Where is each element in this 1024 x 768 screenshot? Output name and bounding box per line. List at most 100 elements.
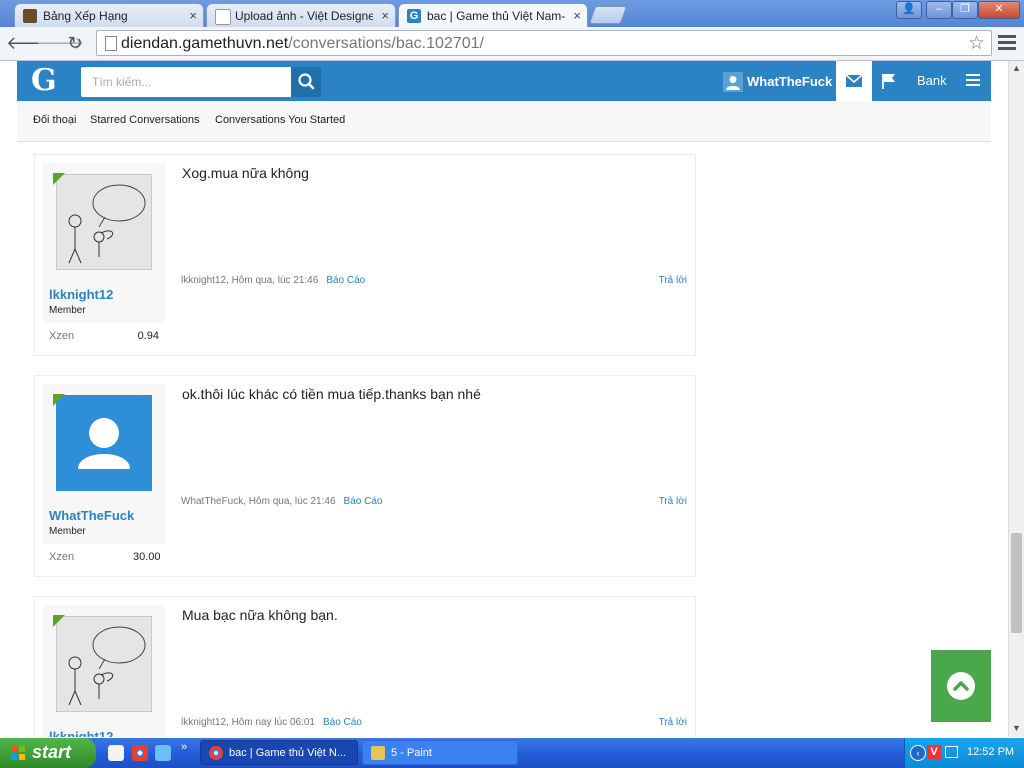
bookmark-star-icon[interactable]: ☆ — [968, 32, 985, 55]
stat-value: 30.00 — [133, 551, 161, 563]
search-input[interactable]: Tìm kiếm... — [81, 67, 291, 97]
message-user-info: lkknight12 — [43, 605, 165, 737]
windows-logo-icon — [11, 746, 25, 760]
online-indicator — [53, 394, 65, 406]
conversation-subnav: Đối thoại Starred Conversations Conversa… — [17, 101, 991, 142]
tab-favicon-icon — [23, 9, 37, 23]
flag-icon — [882, 74, 895, 89]
sketch-avatar-icon — [68, 184, 146, 264]
clock: 12:52 PM — [967, 746, 1015, 758]
message-meta: lkknight12, Hôm qua, lúc 21:46 Báo Cáo — [181, 275, 365, 286]
message-text: ok.thôi lúc khác có tiền mua tiếp.thanks… — [182, 386, 481, 402]
message-username[interactable]: WhatTheFuck — [49, 508, 134, 523]
chrome-icon[interactable] — [132, 745, 148, 761]
default-user-icon — [78, 418, 130, 469]
start-label: start — [32, 742, 72, 762]
subnav-starred[interactable]: Starred Conversations — [90, 114, 199, 126]
report-link[interactable]: Báo Cáo — [323, 717, 362, 728]
taskbar-item-paint[interactable]: 5 - Paint — [362, 740, 518, 765]
reply-link[interactable]: Trả lời — [659, 496, 687, 507]
conversations-tab[interactable] — [836, 61, 872, 101]
alerts-button[interactable] — [879, 71, 899, 91]
browser-titlebar: Bảng Xếp Hạng × Upload ảnh - Việt Design… — [0, 0, 1024, 27]
message-meta: lkknight12, Hôm nay lúc 06:01 Báo Cáo — [181, 717, 362, 728]
taskbar-item-label: bac | Game thủ Việt N... — [229, 747, 346, 759]
page-scrollbar[interactable]: ▲ ▼ — [1008, 61, 1024, 737]
avatar[interactable] — [56, 395, 152, 491]
system-tray: ‹ V 12:52 PM — [904, 738, 1024, 768]
tab-close-icon[interactable]: × — [573, 8, 581, 23]
url-text: diendan.gamethuvn.net/conversations/bac.… — [121, 35, 484, 53]
user-icon — [726, 76, 740, 90]
message-item: WhatTheFuck Member Xzen 30.00 ok.thôi lú… — [34, 375, 696, 577]
avatar[interactable] — [56, 616, 152, 712]
search-placeholder: Tìm kiếm... — [92, 75, 152, 89]
message-user-info: lkknight12 Member — [43, 163, 165, 323]
restore-button[interactable]: ❐ — [952, 1, 978, 19]
back-button[interactable]: 🡐 — [6, 32, 54, 54]
minimize-button[interactable]: – — [926, 1, 952, 19]
new-tab-button[interactable] — [588, 6, 628, 24]
message-author-time: WhatTheFuck, Hôm qua, lúc 21:46 — [181, 496, 336, 507]
tab-label: Upload ảnh - Việt Designer — [235, 9, 373, 23]
tab-close-icon[interactable]: × — [189, 8, 197, 23]
tab-game-thu-active[interactable]: G bac | Game thủ Việt Nam- MU × — [398, 3, 588, 27]
user-role: Member — [49, 526, 86, 537]
scroll-down-arrow-icon[interactable]: ▼ — [1012, 723, 1021, 733]
subnav-started[interactable]: Conversations You Started — [215, 114, 345, 126]
reply-link[interactable]: Trả lời — [659, 717, 687, 728]
report-link[interactable]: Báo Cáo — [326, 275, 365, 286]
scroll-thumb[interactable] — [1011, 533, 1022, 633]
bank-link[interactable]: Bank — [917, 73, 947, 88]
chrome-menu-icon[interactable] — [998, 35, 1016, 51]
reload-button[interactable]: ↻ — [64, 32, 86, 54]
online-indicator — [53, 615, 65, 627]
page-viewport: G Tìm kiếm... WhatTheFuck Bank Đối thoại… — [0, 61, 1008, 737]
message-item: lkknight12 Member Xzen 0.94 Xog.mua nữa … — [34, 154, 696, 356]
url-path: /conversations/bac.102701/ — [288, 35, 484, 52]
unikey-icon[interactable]: V — [927, 745, 941, 759]
url-domain: diendan.gamethuvn.net — [121, 35, 289, 52]
user-profile-button[interactable]: 👤 — [896, 1, 922, 19]
search-icon — [298, 73, 315, 90]
network-icon[interactable] — [945, 746, 958, 758]
subnav-conversations[interactable]: Đối thoại — [33, 114, 76, 126]
quick-launch-more-icon[interactable]: » — [181, 741, 187, 753]
back-to-top-button[interactable] — [931, 650, 991, 722]
message-username[interactable]: lkknight12 — [49, 287, 113, 302]
notepad-icon[interactable] — [108, 745, 124, 761]
message-username[interactable]: lkknight12 — [49, 729, 113, 737]
close-window-button[interactable]: ✕ — [978, 1, 1020, 19]
scroll-up-arrow-icon[interactable]: ▲ — [1012, 63, 1021, 73]
tab-close-icon[interactable]: × — [381, 8, 389, 23]
address-bar[interactable]: diendan.gamethuvn.net/conversations/bac.… — [96, 30, 992, 56]
stat-value: 0.94 — [137, 330, 159, 342]
sketch-avatar-icon — [68, 626, 146, 706]
message-item: lkknight12 Mua bạc nữa không bạn. lkknig… — [34, 596, 696, 737]
tab-label: Bảng Xếp Hạng — [43, 9, 128, 23]
windows-taskbar: start » bac | Game thủ Việt N... 5 - Pai… — [0, 738, 1024, 768]
message-user-info: WhatTheFuck Member — [43, 384, 165, 544]
message-author-time: lkknight12, Hôm qua, lúc 21:46 — [181, 275, 319, 286]
header-username: WhatTheFuck — [747, 74, 833, 89]
menu-icon[interactable] — [966, 74, 980, 89]
search-button[interactable] — [291, 67, 321, 97]
forward-button[interactable]: 🡒 — [36, 32, 84, 54]
tab-upload-anh[interactable]: Upload ảnh - Việt Designer × — [206, 3, 396, 27]
internet-explorer-icon[interactable] — [155, 745, 171, 761]
start-button[interactable]: start — [0, 738, 96, 768]
site-header: G Tìm kiếm... WhatTheFuck Bank — [17, 61, 991, 101]
mail-icon — [845, 74, 863, 87]
stat-label: Xzen — [49, 551, 75, 563]
show-hidden-icons-icon[interactable]: ‹ — [910, 745, 926, 761]
avatar[interactable] — [56, 174, 152, 270]
message-author-time: lkknight12, Hôm nay lúc 06:01 — [181, 717, 315, 728]
reply-link[interactable]: Trả lời — [659, 275, 687, 286]
report-link[interactable]: Báo Cáo — [344, 496, 383, 507]
tab-bang-xep-hang[interactable]: Bảng Xếp Hạng × — [14, 3, 204, 27]
taskbar-item-chrome[interactable]: bac | Game thủ Việt N... — [200, 740, 358, 765]
browser-toolbar: 🡐 🡒 ↻ diendan.gamethuvn.net/conversation… — [0, 27, 1024, 61]
online-indicator — [53, 173, 65, 185]
paint-icon — [371, 746, 385, 760]
site-logo[interactable]: G — [31, 63, 57, 98]
